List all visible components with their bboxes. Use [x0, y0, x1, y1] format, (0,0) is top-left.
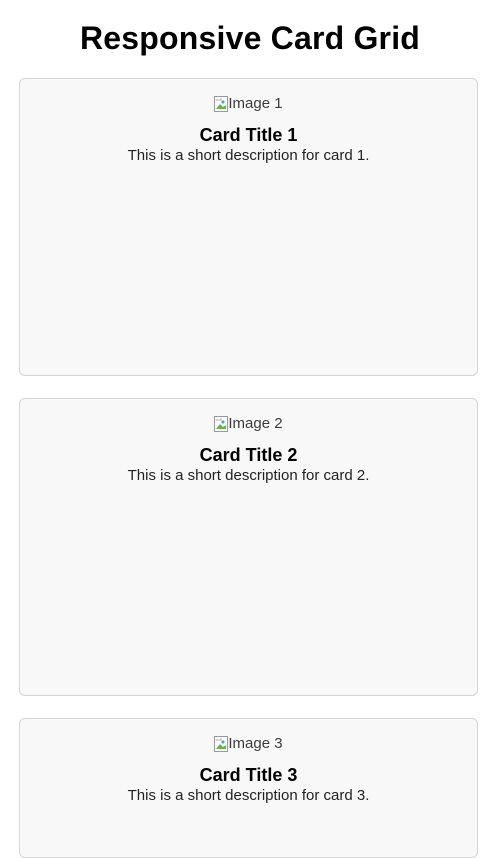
card-description: This is a short description for card 1. — [127, 147, 370, 164]
card: Image 3 Card Title 3 This is a short des… — [19, 718, 478, 858]
card-image: Image 1 — [20, 95, 477, 117]
card: Image 1 Card Title 1 This is a short des… — [19, 78, 478, 376]
card-description: This is a short description for card 2. — [127, 467, 370, 484]
card: Image 2 Card Title 2 This is a short des… — [19, 398, 478, 696]
card-image-alt-text: Image 3 — [228, 735, 283, 752]
broken-image-icon — [214, 416, 229, 432]
card-image-alt-text: Image 2 — [228, 415, 283, 432]
broken-image-icon — [214, 736, 229, 752]
broken-image-icon — [214, 96, 229, 112]
card-title: Card Title 2 — [199, 445, 298, 465]
card-image: Image 3 — [20, 735, 477, 757]
card-description: This is a short description for card 3. — [127, 787, 370, 804]
card-title: Card Title 1 — [199, 125, 298, 145]
page-title: Responsive Card Grid — [79, 20, 421, 56]
card-image-alt-text: Image 1 — [228, 95, 283, 112]
card-image: Image 2 — [20, 415, 477, 437]
card-title: Card Title 3 — [199, 765, 298, 785]
